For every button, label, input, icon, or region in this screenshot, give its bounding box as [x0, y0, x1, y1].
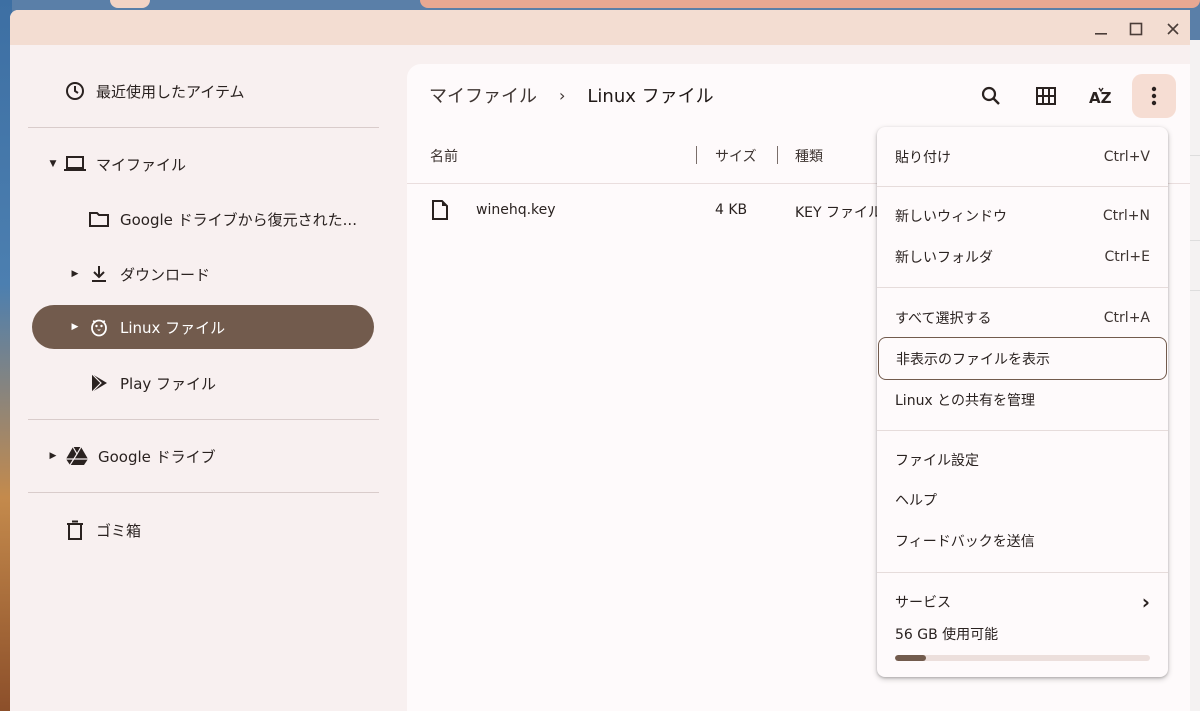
sidebar-item-my-files[interactable]: ▼ マイファイル [46, 142, 186, 186]
sidebar-item-label: Linux ファイル [120, 318, 226, 337]
menu-item-label: ファイル設定 [895, 453, 979, 469]
sidebar-item-label: Play ファイル [120, 374, 217, 393]
breadcrumb-current[interactable]: Linux ファイル [587, 82, 713, 108]
menu-item-manage-linux-sharing[interactable]: Linux との共有を管理 [877, 380, 1168, 420]
menu-item-new-window[interactable]: 新しいウィンドウ Ctrl+N [877, 196, 1168, 236]
grid-view-button[interactable] [1024, 74, 1068, 118]
sidebar-item-google-drive[interactable]: ▶ Google ドライブ [46, 434, 216, 478]
sidebar-item-linux-files[interactable]: ▶ Linux ファイル [32, 305, 374, 349]
menu-item-shortcut: Ctrl+V [1103, 149, 1150, 165]
sidebar-item-label: ダウンロード [120, 265, 211, 284]
column-divider[interactable] [696, 146, 697, 164]
sidebar-item-play-files[interactable]: Play ファイル [88, 361, 216, 405]
column-header-name[interactable]: 名前 [430, 144, 458, 168]
menu-divider [877, 430, 1168, 431]
more-options-button[interactable] [1132, 74, 1176, 118]
storage-label: 56 GB 使用可能 [895, 627, 999, 643]
minimize-icon [1095, 33, 1107, 35]
close-icon [1167, 23, 1179, 35]
sidebar-divider [28, 492, 379, 493]
sidebar-item-downloads[interactable]: ▶ ダウンロード [68, 252, 210, 296]
sidebar-item-label: ゴミ箱 [96, 521, 142, 540]
chevron-right-icon: › [1141, 590, 1150, 614]
laptop-icon [64, 153, 86, 175]
sidebar-item-label: Google ドライブから復元された... [120, 210, 357, 229]
file-icon [432, 200, 448, 224]
sidebar-item-label: Google ドライブ [98, 447, 216, 466]
caret-right-icon[interactable]: ▶ [68, 322, 82, 332]
menu-item-label: 新しいウィンドウ [895, 209, 1007, 225]
file-size: 4 KB [715, 202, 748, 218]
maximize-icon [1129, 22, 1143, 36]
menu-item-show-hidden-files[interactable]: 非表示のファイルを表示 [878, 337, 1167, 380]
sidebar-item-trash[interactable]: ゴミ箱 [64, 508, 141, 552]
svg-text:AZ: AZ [1089, 89, 1112, 106]
sort-az-icon: AZ [1089, 87, 1112, 106]
search-icon [981, 86, 1000, 105]
menu-item-label: 新しいフォルダ [895, 250, 993, 266]
column-divider[interactable] [777, 146, 778, 164]
menu-item-help[interactable]: ヘルプ [877, 480, 1168, 520]
menu-item-paste[interactable]: 貼り付け Ctrl+V [877, 137, 1168, 177]
caret-right-icon[interactable]: ▶ [68, 269, 82, 279]
storage-usage-bar [895, 655, 1150, 661]
more-vert-icon [1151, 86, 1157, 106]
menu-divider [877, 287, 1168, 288]
sidebar-divider [28, 127, 379, 128]
play-store-icon [88, 372, 110, 394]
desktop-window-edge [110, 0, 150, 8]
breadcrumb: マイファイル › Linux ファイル [429, 82, 714, 108]
sidebar-item-recent[interactable]: 最近使用したアイテム [64, 69, 245, 113]
storage-usage-fill [895, 655, 926, 661]
trash-icon [64, 519, 86, 541]
menu-item-shortcut: Ctrl+A [1103, 310, 1150, 326]
sidebar-item-label: 最近使用したアイテム [96, 82, 245, 101]
maximize-button[interactable] [1125, 18, 1147, 40]
menu-item-send-feedback[interactable]: フィードバックを送信 [877, 521, 1168, 561]
folder-icon [88, 208, 110, 230]
menu-item-label: Linux との共有を管理 [895, 393, 1036, 409]
caret-down-icon[interactable]: ▼ [46, 159, 60, 169]
sidebar-item-label: マイファイル [96, 155, 187, 174]
breadcrumb-root[interactable]: マイファイル [429, 82, 537, 108]
column-header-size[interactable]: サイズ [715, 144, 757, 168]
file-type: KEY ファイル [795, 205, 883, 221]
menu-item-new-folder[interactable]: 新しいフォルダ Ctrl+E [877, 237, 1168, 277]
chevron-right-icon: › [559, 85, 566, 105]
desktop-window-edge [420, 0, 1200, 8]
menu-item-label: 非表示のファイルを表示 [896, 351, 1050, 368]
sidebar-item-google-restored[interactable]: Google ドライブから復元された... [88, 197, 357, 241]
clock-icon [64, 80, 86, 102]
menu-item-label: 貼り付け [895, 150, 951, 166]
penguin-icon [88, 316, 110, 338]
sort-button[interactable]: AZ [1079, 74, 1123, 118]
menu-divider [877, 572, 1168, 573]
grid-icon [1036, 87, 1056, 105]
download-icon [88, 263, 110, 285]
storage-info: 56 GB 使用可能 [877, 614, 1168, 654]
menu-item-label: サービス [895, 595, 951, 611]
menu-item-select-all[interactable]: すべて選択する Ctrl+A [877, 298, 1168, 338]
close-button[interactable] [1162, 18, 1184, 40]
menu-item-shortcut: Ctrl+N [1102, 208, 1150, 224]
menu-item-shortcut: Ctrl+E [1104, 249, 1151, 265]
title-bar [10, 10, 1190, 45]
column-header-type[interactable]: 種類 [795, 144, 823, 168]
minimize-button[interactable] [1090, 18, 1112, 40]
more-options-menu: 貼り付け Ctrl+V 新しいウィンドウ Ctrl+N 新しいフォルダ Ctrl… [877, 127, 1168, 677]
search-button[interactable] [969, 74, 1013, 118]
menu-item-label: ヘルプ [895, 493, 937, 509]
sidebar: 最近使用したアイテム ▼ マイファイル Google ドライブから復元された..… [10, 45, 400, 711]
menu-item-file-settings[interactable]: ファイル設定 [877, 440, 1168, 480]
caret-right-icon[interactable]: ▶ [46, 451, 60, 461]
menu-item-label: フィードバックを送信 [895, 534, 1035, 550]
menu-item-label: すべて選択する [895, 311, 992, 327]
menu-divider [877, 186, 1168, 187]
sidebar-divider [28, 419, 379, 420]
file-name: winehq.key [476, 202, 556, 218]
google-drive-icon [66, 445, 88, 467]
